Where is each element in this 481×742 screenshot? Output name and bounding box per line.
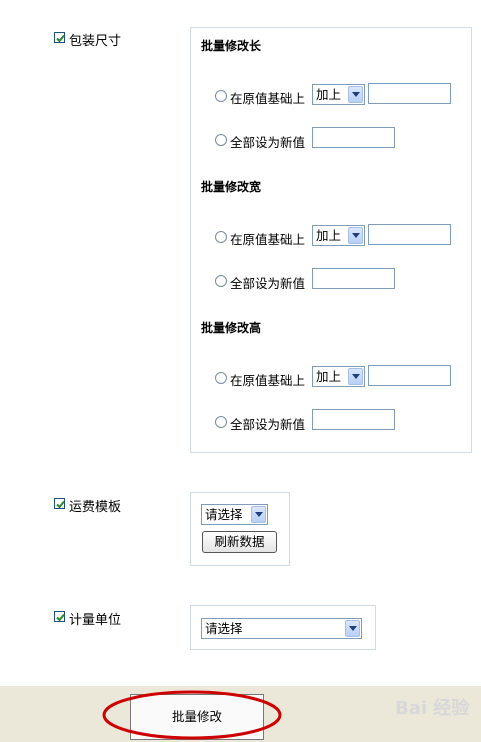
radio-width-base-label: 在原值基础上 xyxy=(230,232,306,247)
width-op-value: 加上 xyxy=(316,228,342,243)
chevron-down-icon xyxy=(251,506,266,523)
radio-height-base[interactable] xyxy=(215,372,227,384)
watermark: Bai 经验 xyxy=(395,698,470,719)
unit-label: 计量单位 xyxy=(69,613,122,628)
radio-length-all[interactable] xyxy=(215,134,227,146)
length-base-input[interactable] xyxy=(368,83,451,104)
chevron-down-icon xyxy=(345,620,360,637)
shipping-template-value: 请选择 xyxy=(205,507,243,522)
width-all-input[interactable] xyxy=(312,268,395,289)
package-size-checkbox[interactable] xyxy=(54,32,65,43)
length-all-input[interactable] xyxy=(312,127,395,148)
radio-width-base[interactable] xyxy=(215,231,227,243)
section-title-width: 批量修改宽 xyxy=(201,180,262,194)
radio-height-base-label: 在原值基础上 xyxy=(230,373,306,388)
height-op-select[interactable]: 加上 xyxy=(312,366,365,387)
length-op-select[interactable]: 加上 xyxy=(312,84,365,105)
unit-value: 请选择 xyxy=(205,621,243,636)
radio-length-base-label: 在原值基础上 xyxy=(230,91,306,106)
height-op-value: 加上 xyxy=(316,369,342,384)
radio-length-base[interactable] xyxy=(215,90,227,102)
chevron-down-icon xyxy=(348,86,363,103)
radio-width-all-label: 全部设为新值 xyxy=(230,276,306,291)
checkmark-icon xyxy=(56,613,65,622)
chevron-down-icon xyxy=(348,227,363,244)
refresh-data-button[interactable]: 刷新数据 xyxy=(202,531,277,553)
checkmark-icon xyxy=(56,34,65,43)
width-op-select[interactable]: 加上 xyxy=(312,225,365,246)
section-title-height: 批量修改高 xyxy=(201,321,262,335)
unit-select[interactable]: 请选择 xyxy=(201,618,362,639)
section-title-length: 批量修改长 xyxy=(201,39,262,53)
shipping-template-label: 运费模板 xyxy=(69,500,122,515)
chevron-down-icon xyxy=(348,368,363,385)
radio-width-all[interactable] xyxy=(215,275,227,287)
radio-height-all-label: 全部设为新值 xyxy=(230,417,306,432)
checkmark-icon xyxy=(56,500,65,509)
height-all-input[interactable] xyxy=(312,409,395,430)
length-op-value: 加上 xyxy=(316,87,342,102)
unit-checkbox[interactable] xyxy=(54,611,65,622)
shipping-template-select[interactable]: 请选择 xyxy=(201,504,268,525)
radio-length-all-label: 全部设为新值 xyxy=(230,135,306,150)
package-size-label: 包装尺寸 xyxy=(69,34,122,49)
radio-height-all[interactable] xyxy=(215,416,227,428)
width-base-input[interactable] xyxy=(368,224,451,245)
highlight-ellipse xyxy=(102,690,282,740)
shipping-template-checkbox[interactable] xyxy=(54,498,65,509)
height-base-input[interactable] xyxy=(368,365,451,386)
